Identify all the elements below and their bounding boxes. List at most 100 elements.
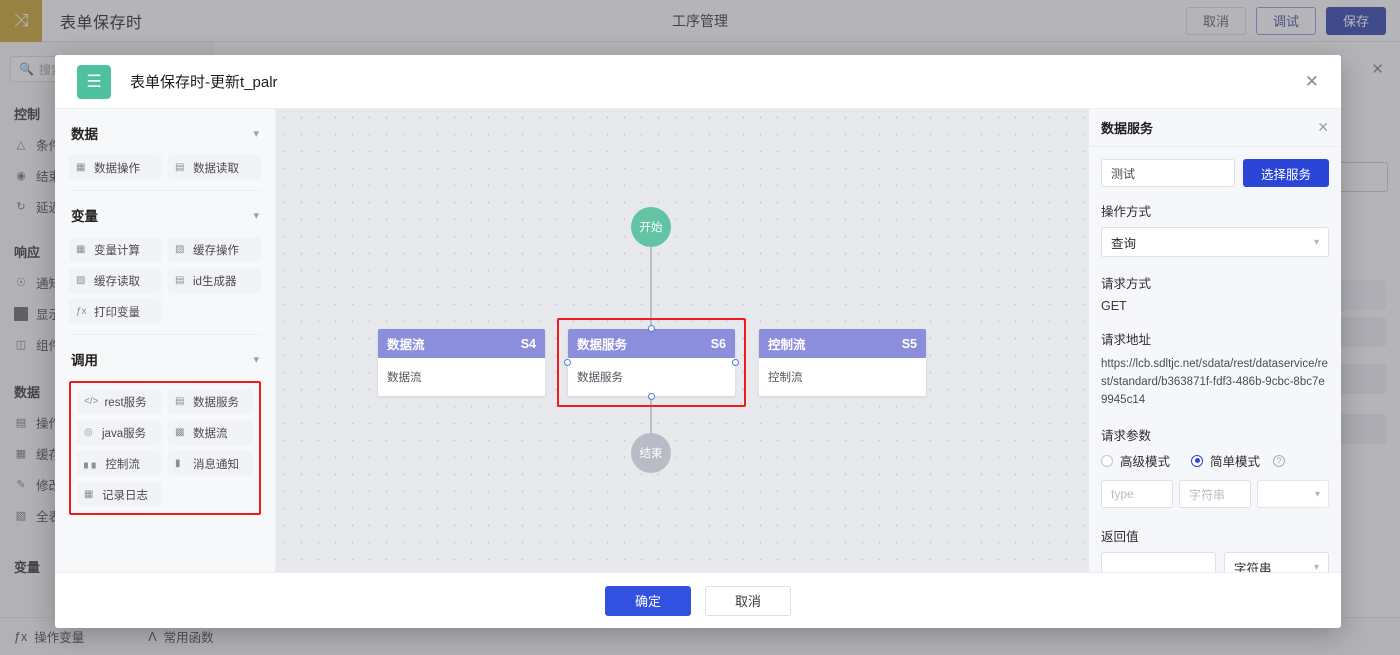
simple-mode-radio[interactable] xyxy=(1191,454,1204,467)
palette-item-cache-op[interactable]: ▧ 缓存操作 xyxy=(168,237,261,262)
node-anchor-top[interactable] xyxy=(648,325,655,332)
dataflow-icon: ▩ xyxy=(175,427,185,438)
palette-item-print-variable[interactable]: ƒx 打印变量 xyxy=(69,299,162,324)
close-icon[interactable]: ✕ xyxy=(1317,119,1329,136)
properties-panel: 数据服务 ✕ 测试 选择服务 操作方式 查询 ▾ 请求方式 GET 请求地址 h… xyxy=(1088,109,1341,572)
palette-items-highlighted: </> rest服务 ▤ 数据服务 ◎ java服务 ▩ 数据流 ▖▖ 控制流 … xyxy=(69,381,261,515)
node-code: S5 xyxy=(901,336,917,351)
method-value: GET xyxy=(1101,299,1127,313)
flow-canvas[interactable]: 开始 数据流 S4 数据流 数据服务 S6 数据服务 控制流 S5 控制流 结束 xyxy=(276,109,1088,572)
node-code: S4 xyxy=(520,336,536,351)
simple-mode-label[interactable]: 简单模式 xyxy=(1210,451,1260,470)
return-type-value: 字符串 xyxy=(1234,561,1272,573)
palette-item-log[interactable]: ▦ 记录日志 xyxy=(77,482,162,507)
operation-select[interactable]: 查询 ▾ xyxy=(1101,227,1329,257)
palette-item-data-read[interactable]: ▤ 数据读取 xyxy=(168,155,261,180)
dialog-header: ☰ 表单保存时-更新t_palr ✕ xyxy=(55,55,1341,109)
close-icon[interactable]: ✕ xyxy=(1301,69,1323,94)
select-service-button[interactable]: 选择服务 xyxy=(1243,159,1329,187)
palette-section-title: 变量 xyxy=(71,209,98,224)
node-anchor-bottom[interactable] xyxy=(648,393,655,400)
dialog-footer: 确定 取消 xyxy=(55,572,1341,628)
question-icon[interactable]: ? xyxy=(1273,454,1286,467)
palette-item-rest-service[interactable]: </> rest服务 xyxy=(77,389,162,414)
return-type-select[interactable]: 字符串 ▾ xyxy=(1224,552,1329,572)
chevron-down-icon[interactable]: ▾ xyxy=(253,353,259,366)
end-node[interactable]: 结束 xyxy=(631,433,671,473)
data-read-icon: ▤ xyxy=(175,162,185,173)
chevron-down-icon[interactable]: ▾ xyxy=(253,209,259,222)
node-dataflow-s4[interactable]: 数据流 S4 数据流 xyxy=(378,329,545,396)
palette-item-label: 打印变量 xyxy=(94,306,140,319)
palette-section-title: 数据 xyxy=(71,127,98,142)
param-type-input[interactable]: 字符串 xyxy=(1179,480,1251,508)
palette-section-header[interactable]: 变量 ▾ xyxy=(69,205,261,237)
node-code: S6 xyxy=(710,336,726,351)
node-dataservice-s6[interactable]: 数据服务 S6 数据服务 xyxy=(568,329,735,396)
service-selection-row: 测试 选择服务 xyxy=(1101,159,1329,187)
chevron-down-icon: ▾ xyxy=(1313,561,1319,573)
palette-item-label: 变量计算 xyxy=(94,244,140,257)
node-body: 数据服务 xyxy=(577,372,623,384)
confirm-button[interactable]: 确定 xyxy=(604,585,691,616)
palette-item-label: 控制流 xyxy=(105,458,140,471)
palette-section-variable: 变量 ▾ ▦ 变量计算 ▧ 缓存操作 ▧ 缓存读取 ▤ id生成器 ƒx 打印变… xyxy=(69,191,261,335)
cache-read-icon: ▧ xyxy=(76,275,86,286)
palette-item-var-calc[interactable]: ▦ 变量计算 xyxy=(69,237,162,262)
palette-items: ▦ 数据操作 ▤ 数据读取 xyxy=(69,155,261,180)
palette-section-title: 调用 xyxy=(71,353,98,368)
properties-header: 数据服务 ✕ xyxy=(1089,109,1341,147)
method-label: 请求方式 xyxy=(1101,277,1152,291)
node-header: 控制流 S5 xyxy=(759,329,926,358)
palette-item-java-service[interactable]: ◎ java服务 xyxy=(77,420,162,445)
flow-node-icon: ☰ xyxy=(77,64,111,99)
palette-item-label: 缓存读取 xyxy=(94,275,140,288)
advanced-mode-label[interactable]: 高级模式 xyxy=(1120,451,1170,470)
palette-item-label: rest服务 xyxy=(104,396,147,409)
properties-body: 测试 选择服务 操作方式 查询 ▾ 请求方式 GET 请求地址 https://… xyxy=(1089,147,1341,572)
end-node-label: 结束 xyxy=(639,448,663,460)
operation-value: 查询 xyxy=(1111,236,1137,251)
controlflow-icon: ▖▖ xyxy=(84,458,100,469)
data-op-icon: ▦ xyxy=(76,162,86,173)
palette-section-header[interactable]: 数据 ▾ xyxy=(69,123,261,155)
return-name-input[interactable] xyxy=(1101,552,1216,572)
id-gen-icon: ▤ xyxy=(175,275,185,286)
cache-op-icon: ▧ xyxy=(175,244,185,255)
palette-item-id-generator[interactable]: ▤ id生成器 xyxy=(168,268,261,293)
app-root: ✕ ⌄ 🔍 搜索 控制 △ 条件分 ◉ 结束 xyxy=(0,0,1400,655)
node-title: 控制流 xyxy=(768,338,806,352)
start-node-label: 开始 xyxy=(639,222,663,234)
param-extra-select[interactable]: ▾ xyxy=(1257,480,1329,508)
palette-item-label: 数据操作 xyxy=(94,162,140,175)
palette-item-data-op[interactable]: ▦ 数据操作 xyxy=(69,155,162,180)
palette-item-label: 数据服务 xyxy=(193,396,239,409)
palette-item-cache-read[interactable]: ▧ 缓存读取 xyxy=(69,268,162,293)
node-body: 控制流 xyxy=(768,372,803,384)
node-header: 数据流 S4 xyxy=(378,329,545,358)
node-title: 数据流 xyxy=(387,338,425,352)
palette-section-header[interactable]: 调用 ▾ xyxy=(69,349,261,381)
palette-item-label: 数据流 xyxy=(193,427,228,440)
message-icon: ▮ xyxy=(175,458,181,469)
param-name-input[interactable]: type xyxy=(1101,480,1173,508)
flow-editor-dialog: ☰ 表单保存时-更新t_palr ✕ 数据 ▾ ▦ 数据操作 ▤ 数据读取 变量… xyxy=(55,55,1341,628)
advanced-mode-radio[interactable] xyxy=(1101,454,1113,467)
node-controlflow-s5[interactable]: 控制流 S5 控制流 xyxy=(759,329,926,396)
service-name-input[interactable]: 测试 xyxy=(1101,159,1235,187)
node-anchor-right[interactable] xyxy=(732,359,739,366)
properties-title: 数据服务 xyxy=(1101,121,1154,136)
chevron-down-icon[interactable]: ▾ xyxy=(253,127,259,140)
start-node[interactable]: 开始 xyxy=(631,207,671,247)
palette-item-label: 数据读取 xyxy=(193,162,239,175)
dialog-cancel-button[interactable]: 取消 xyxy=(705,585,792,616)
param-input-row: type 字符串 ▾ xyxy=(1101,480,1329,508)
palette-item-dataflow[interactable]: ▩ 数据流 xyxy=(168,420,253,445)
url-label: 请求地址 xyxy=(1101,333,1152,347)
palette-item-label: 消息通知 xyxy=(193,458,239,471)
node-anchor-left[interactable] xyxy=(564,359,571,366)
chevron-down-icon: ▾ xyxy=(1313,236,1319,248)
palette-item-controlflow[interactable]: ▖▖ 控制流 xyxy=(77,451,162,476)
palette-item-data-service[interactable]: ▤ 数据服务 xyxy=(168,389,253,414)
palette-item-message-notify[interactable]: ▮ 消息通知 xyxy=(168,451,253,476)
